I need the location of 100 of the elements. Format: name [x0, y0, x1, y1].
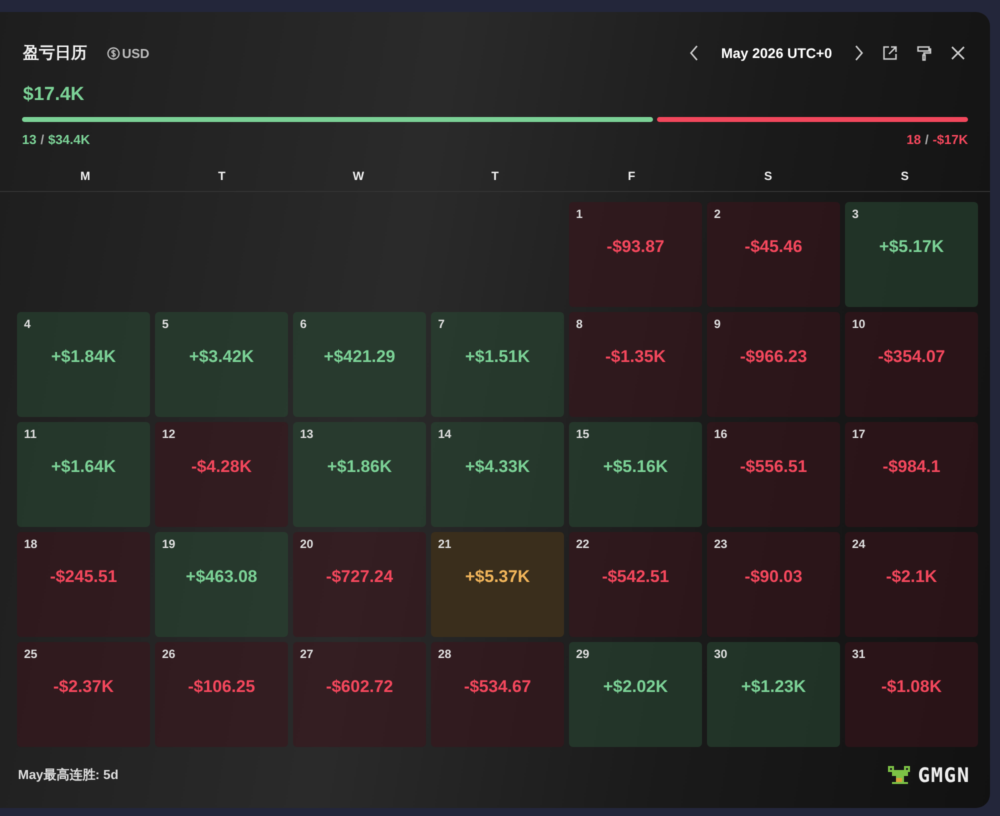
day-cell[interactable]: 10 -$354.07	[845, 312, 978, 417]
day-number: 8	[576, 317, 583, 331]
weekday-label: M	[80, 169, 90, 183]
day-pnl: -$556.51	[740, 457, 808, 477]
loss-count: 18	[906, 132, 921, 147]
day-number: 28	[438, 647, 452, 661]
day-number: 31	[852, 647, 866, 661]
day-cell[interactable]: 19 +$463.08	[155, 532, 288, 637]
day-cell[interactable]: 29 +$2.02K	[569, 642, 702, 747]
day-cell[interactable]: 12 -$4.28K	[155, 422, 288, 527]
weekday-label: F	[628, 169, 636, 183]
day-cell[interactable]: 28 -$534.67	[431, 642, 564, 747]
weekday-label: S	[764, 169, 772, 183]
day-cell[interactable]: 26 -$106.25	[155, 642, 288, 747]
dollar-coin-icon	[107, 46, 120, 60]
day-pnl: -$602.72	[326, 677, 394, 697]
day-cell[interactable]: 16 -$556.51	[707, 422, 840, 527]
day-number: 24	[852, 537, 866, 551]
day-cell[interactable]: 6 +$421.29	[293, 312, 426, 417]
day-cell[interactable]: 27 -$602.72	[293, 642, 426, 747]
day-number: 25	[24, 647, 38, 661]
day-cell[interactable]: 14 +$4.33K	[431, 422, 564, 527]
day-number: 15	[576, 427, 590, 441]
day-cell[interactable]: 11 +$1.64K	[17, 422, 150, 527]
day-cell[interactable]: 1 -$93.87	[569, 202, 702, 307]
day-cell[interactable]: 4 +$1.84K	[17, 312, 150, 417]
win-count: 13	[22, 132, 36, 147]
day-number: 27	[300, 647, 314, 661]
day-cell[interactable]: 13 +$1.86K	[293, 422, 426, 527]
day-pnl: +$1.86K	[327, 457, 392, 477]
day-number: 13	[300, 427, 314, 441]
day-number: 29	[576, 647, 590, 661]
day-number: 2	[714, 207, 721, 221]
day-number: 1	[576, 207, 583, 221]
day-number: 20	[300, 537, 314, 551]
day-cell[interactable]: 18 -$245.51	[17, 532, 150, 637]
day-cell[interactable]: 3 +$5.17K	[845, 202, 978, 307]
day-number: 11	[24, 427, 37, 441]
weekday-label: T	[218, 169, 226, 183]
day-number: 6	[300, 317, 307, 331]
day-pnl: -$93.87	[606, 237, 664, 257]
day-cell[interactable]: 9 -$966.23	[707, 312, 840, 417]
day-cell[interactable]: 25 -$2.37K	[17, 642, 150, 747]
weekday-label: W	[352, 169, 364, 183]
day-pnl: -$1.08K	[881, 677, 942, 697]
day-pnl: -$90.03	[744, 567, 802, 587]
day-cell[interactable]: 5 +$3.42K	[155, 312, 288, 417]
streak-value: 5d	[103, 767, 118, 782]
day-cell[interactable]: 8 -$1.35K	[569, 312, 702, 417]
loss-amount: -$17K	[932, 132, 968, 147]
day-pnl: -$4.28K	[191, 457, 252, 477]
weekday-label: T	[491, 169, 499, 183]
day-pnl: -$1.35K	[605, 347, 666, 367]
day-cell[interactable]: 20 -$727.24	[293, 532, 426, 637]
day-number: 16	[714, 427, 728, 441]
day-pnl: -$534.67	[464, 677, 532, 697]
day-pnl: +$4.33K	[465, 457, 530, 477]
streak-label: May最高连胜:	[18, 767, 100, 782]
day-cell[interactable]: 31 -$1.08K	[845, 642, 978, 747]
day-number: 14	[438, 427, 452, 441]
day-pnl: +$1.23K	[741, 677, 806, 697]
day-pnl: -$106.25	[188, 677, 256, 697]
day-pnl: +$1.51K	[465, 347, 530, 367]
day-cell[interactable]: 30 +$1.23K	[707, 642, 840, 747]
day-pnl: -$45.46	[744, 237, 802, 257]
day-cell[interactable]: 17 -$984.1	[845, 422, 978, 527]
day-number: 5	[162, 317, 169, 331]
day-number: 18	[24, 537, 38, 551]
day-number: 9	[714, 317, 721, 331]
day-cell[interactable]: 7 +$1.51K	[431, 312, 564, 417]
day-number: 3	[852, 207, 859, 221]
brand-name: GMGN	[918, 763, 970, 787]
day-number: 10	[852, 317, 866, 331]
day-cell[interactable]: 24 -$2.1K	[845, 532, 978, 637]
day-pnl: +$1.64K	[51, 457, 116, 477]
win-amount: $34.4K	[48, 132, 90, 147]
day-pnl: +$421.29	[324, 347, 396, 367]
currency-toggle[interactable]: USD	[107, 46, 150, 60]
day-pnl: +$5.16K	[603, 457, 668, 477]
day-number: 22	[576, 537, 590, 551]
day-pnl: +$463.08	[186, 567, 258, 587]
day-pnl: -$245.51	[50, 567, 118, 587]
panel-title: 盈亏日历	[23, 44, 87, 64]
day-pnl: -$984.1	[882, 457, 940, 477]
day-cell[interactable]: 23 -$90.03	[707, 532, 840, 637]
day-pnl: +$1.84K	[51, 347, 116, 367]
weekday-label: S	[900, 169, 909, 183]
day-pnl: -$727.24	[326, 567, 394, 587]
frog-logo-icon	[886, 764, 912, 786]
day-pnl: -$542.51	[602, 567, 670, 587]
day-cell[interactable]: 22 -$542.51	[569, 532, 702, 637]
day-number: 12	[162, 427, 176, 441]
day-pnl: +$2.02K	[603, 677, 668, 697]
day-cell[interactable]: 2 -$45.46	[707, 202, 840, 307]
day-pnl: +$3.42K	[189, 347, 254, 367]
day-cell[interactable]: 15 +$5.16K	[569, 422, 702, 527]
day-number: 30	[714, 647, 728, 661]
day-cell[interactable]: 21 +$5.37K	[431, 532, 564, 637]
day-pnl: -$354.07	[878, 347, 946, 367]
total-pnl: $17.4K	[22, 83, 86, 107]
